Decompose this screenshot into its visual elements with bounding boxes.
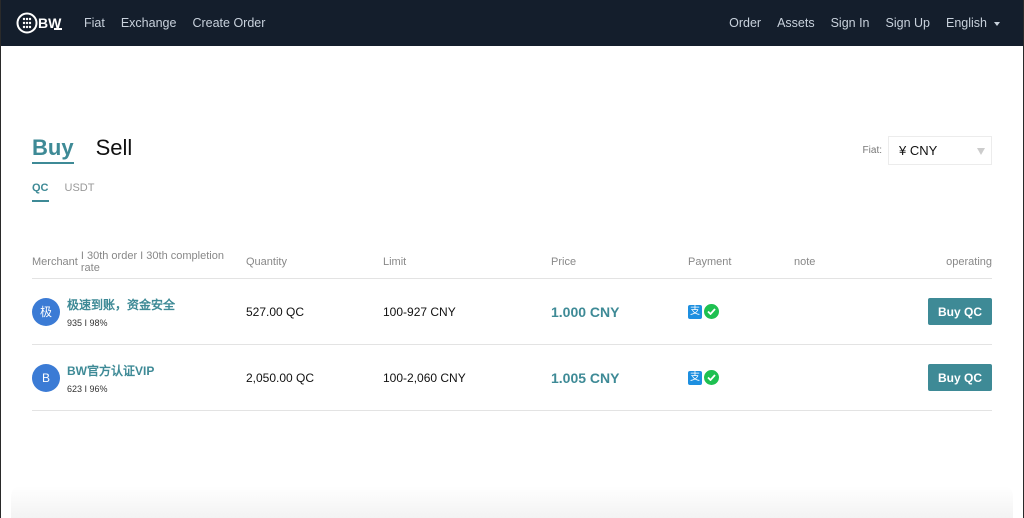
dropdown-arrow-icon	[977, 148, 985, 155]
wechat-icon	[704, 370, 719, 385]
quantity-cell: 2,050.00 QC	[246, 370, 315, 385]
language-dropdown[interactable]: English	[946, 16, 1000, 30]
header-price: Price	[551, 255, 577, 268]
fiat-label: Fiat:	[862, 145, 882, 156]
nav-order[interactable]: Order	[729, 16, 761, 30]
merchant-table: Merchant I 30th order I 30th completion …	[32, 245, 992, 411]
tab-qc[interactable]: QC	[32, 182, 49, 202]
bw-logo[interactable]: BW	[16, 12, 64, 34]
limit-cell: 100-2,060 CNY	[383, 370, 466, 385]
language-label: English	[946, 16, 987, 30]
chevron-down-icon	[994, 22, 1000, 26]
header-merchant: Merchant	[32, 255, 78, 268]
fiat-selected-value: ¥ CNY	[899, 143, 938, 158]
payment-methods: 支	[688, 304, 794, 319]
merchant-avatar: 极	[32, 297, 60, 326]
coin-tabs: QC USDT	[32, 182, 110, 202]
wechat-icon	[704, 304, 719, 319]
tab-sell[interactable]: Sell	[96, 136, 133, 164]
bw-logo-icon: BW	[16, 12, 62, 34]
merchant-avatar: B	[32, 363, 60, 392]
table-row: B BW官方认证VIP 623 I 96% 2,050.00 QC 100-2,…	[32, 345, 992, 411]
trade-type-tabs: Buy Sell	[32, 92, 132, 164]
header-limit: Limit	[383, 255, 407, 268]
buy-qc-button[interactable]: Buy QC	[928, 364, 992, 391]
nav-create-order[interactable]: Create Order	[192, 16, 265, 30]
merchant-name[interactable]: 极速到账，资金安全	[67, 296, 175, 313]
nav-fiat[interactable]: Fiat	[84, 16, 105, 30]
fiat-selector: Fiat: ¥ CNY	[863, 136, 992, 165]
buy-qc-button[interactable]: Buy QC	[928, 298, 992, 325]
top-navbar: BW Fiat Exchange Create Order Order Asse…	[1, 0, 1023, 46]
table-row: 极 极速到账，资金安全 935 I 98% 527.00 QC 100-927 …	[32, 279, 992, 345]
merchant-stats: 935 I 98%	[67, 317, 108, 328]
merchant-name[interactable]: BW官方认证VIP	[67, 362, 154, 379]
tab-buy[interactable]: Buy	[32, 136, 74, 164]
price-cell: 1.000 CNY	[551, 303, 620, 320]
nav-assets[interactable]: Assets	[777, 16, 815, 30]
alipay-icon: 支	[688, 370, 702, 385]
header-operating: operating	[946, 255, 992, 268]
merchant-stats: 623 I 96%	[67, 383, 108, 394]
table-header: Merchant I 30th order I 30th completion …	[32, 245, 992, 279]
quantity-cell: 527.00 QC	[246, 304, 305, 319]
header-merchant-stats: I 30th order I 30th completion rate	[80, 249, 224, 274]
nav-sign-up[interactable]: Sign Up	[886, 16, 930, 30]
footer-shadow	[11, 486, 1013, 518]
nav-exchange[interactable]: Exchange	[121, 16, 177, 30]
tab-usdt[interactable]: USDT	[65, 182, 95, 202]
alipay-icon: 支	[688, 304, 702, 319]
header-payment: Payment	[688, 255, 732, 268]
limit-cell: 100-927 CNY	[383, 304, 456, 319]
payment-methods: 支	[688, 370, 794, 385]
header-note: note	[794, 255, 816, 268]
header-quantity: Quantity	[246, 255, 287, 268]
nav-sign-in[interactable]: Sign In	[831, 16, 870, 30]
price-cell: 1.005 CNY	[551, 369, 620, 386]
fiat-currency-select[interactable]: ¥ CNY	[888, 136, 992, 165]
